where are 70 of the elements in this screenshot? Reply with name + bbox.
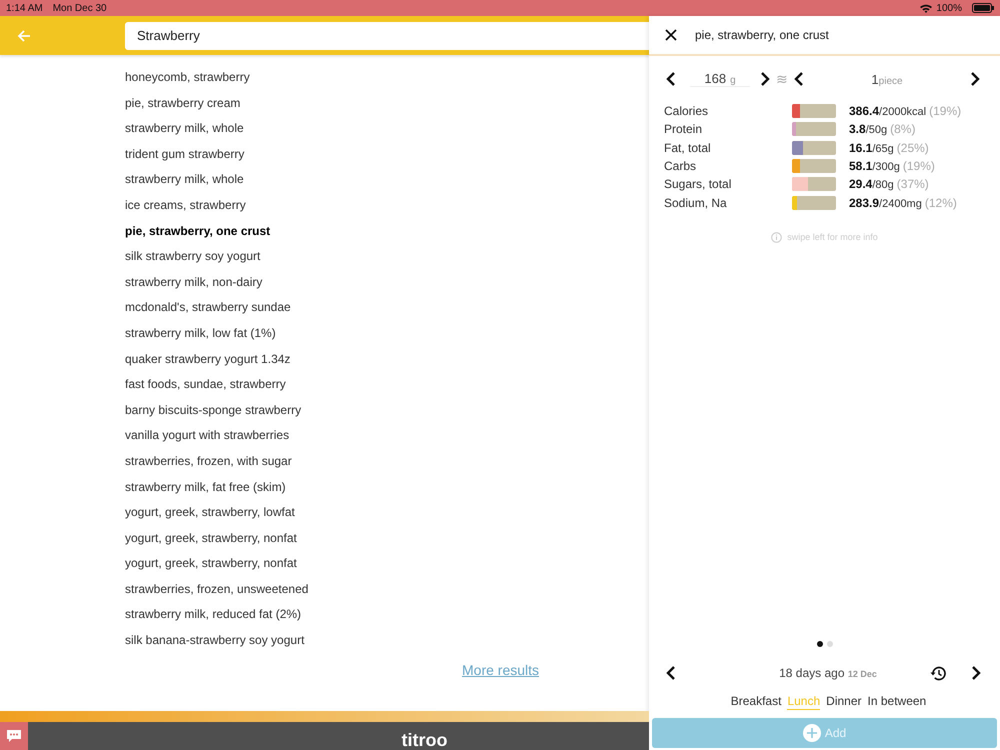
nutrient-label: Sugars, total (664, 177, 732, 192)
search-result[interactable]: vanilla yogurt with strawberries (125, 423, 290, 449)
search-result[interactable]: strawberries, frozen, with sugar (125, 448, 292, 474)
search-result[interactable]: barny biscuits-sponge strawberry (125, 398, 302, 424)
previous-icon[interactable] (794, 72, 804, 86)
nutrient-percent: (12%) (924, 196, 957, 210)
search-result[interactable]: strawberry milk, non-dairy (125, 270, 262, 296)
approx-sign: ≋ (776, 71, 788, 87)
next-icon[interactable] (970, 72, 980, 86)
app-logo: titroo (402, 729, 448, 750)
battery-percent: 100% (936, 2, 962, 14)
nutrient-percent: (25%) (896, 140, 929, 155)
plus-icon (802, 724, 821, 742)
search-result[interactable]: mcdonald's, strawberry sundae (125, 295, 291, 321)
previous-day-icon[interactable] (666, 666, 676, 680)
chat-button[interactable] (0, 722, 28, 750)
search-result[interactable]: strawberry milk, whole (125, 116, 244, 142)
nutrient-label: Calories (664, 104, 710, 118)
status-time: 1:14 AM (6, 2, 43, 14)
meal-tab[interactable]: Dinner (826, 694, 862, 710)
search-result[interactable]: ice creams, strawberry (125, 192, 246, 219)
search-result[interactable]: trident gum strawberry (125, 142, 244, 168)
search-result[interactable]: strawberry milk, low fat (1%) (125, 320, 276, 347)
nutrient-percent: (19%) (902, 159, 935, 174)
info-icon (771, 232, 782, 243)
nutrient-percent: (8%) (890, 122, 916, 136)
search-field[interactable]: Strawberry (125, 22, 649, 50)
battery-icon (972, 3, 994, 13)
search-result[interactable]: silk strawberry soy yogurt (125, 244, 260, 270)
weight-field[interactable]: 168 g (690, 71, 750, 87)
nutrient-amount: 29.4/80g (849, 177, 894, 192)
search-result[interactable]: silk banana-strawberry soy yogurt (125, 628, 304, 654)
meal-tab[interactable]: In between (868, 694, 926, 710)
chat-icon (6, 729, 22, 743)
nutrient-amount: 283.9/2400mg (849, 196, 922, 210)
nutrient-amount: 386.4/2000kcal (849, 104, 926, 118)
nutrient-percent: (19%) (929, 104, 962, 118)
nutrient-percent: (37%) (896, 177, 929, 192)
search-result[interactable]: pie, strawberry cream (125, 90, 240, 116)
wifi-icon (920, 4, 932, 12)
previous-icon[interactable] (666, 72, 676, 86)
meal-tab[interactable]: Breakfast (730, 694, 782, 710)
status-date: Mon Dec 30 (52, 2, 107, 14)
close-icon[interactable] (665, 29, 677, 41)
search-result[interactable]: strawberries, frozen, unsweetened (125, 576, 308, 602)
search-result[interactable]: fast foods, sundae, strawberry (125, 372, 286, 398)
next-day-icon[interactable] (971, 666, 981, 680)
portion-value: 1piece (870, 72, 904, 86)
food-title: pie, strawberry, one crust (695, 28, 829, 42)
nutrient-amount: 16.1/65g (849, 140, 894, 155)
search-result[interactable]: yogurt, greek, strawberry, nonfat (125, 526, 297, 552)
history-icon[interactable] (930, 666, 946, 680)
search-result[interactable]: strawberry milk, whole (125, 167, 244, 193)
search-result[interactable]: honeycomb, strawberry (125, 65, 250, 91)
search-result[interactable]: strawberry milk, fat free (skim) (125, 474, 286, 500)
page-dot[interactable] (816, 641, 822, 647)
page-dot[interactable] (826, 641, 832, 647)
search-result[interactable]: strawberry milk, reduced fat (2%) (125, 602, 302, 628)
search-result[interactable]: pie, strawberry, one crust (125, 218, 270, 244)
nutrient-label: Fat, total (664, 140, 712, 155)
nutrient-label: Sodium, Na (664, 196, 728, 210)
meal-date: 18 days ago 12 Dec (778, 666, 878, 680)
nutrient-label: Protein (664, 122, 704, 136)
search-result[interactable]: quaker strawberry yogurt 1.34z (125, 346, 290, 372)
next-icon[interactable] (760, 72, 770, 86)
nutrient-amount: 3.8/50g (849, 122, 888, 136)
search-result[interactable]: yogurt, greek, strawberry, nonfat (125, 551, 297, 577)
nutrient-amount: 58.1/300g (849, 159, 900, 174)
search-result[interactable]: yogurt, greek, strawberry, lowfat (125, 500, 295, 526)
nutrient-label: Carbs (664, 159, 698, 174)
